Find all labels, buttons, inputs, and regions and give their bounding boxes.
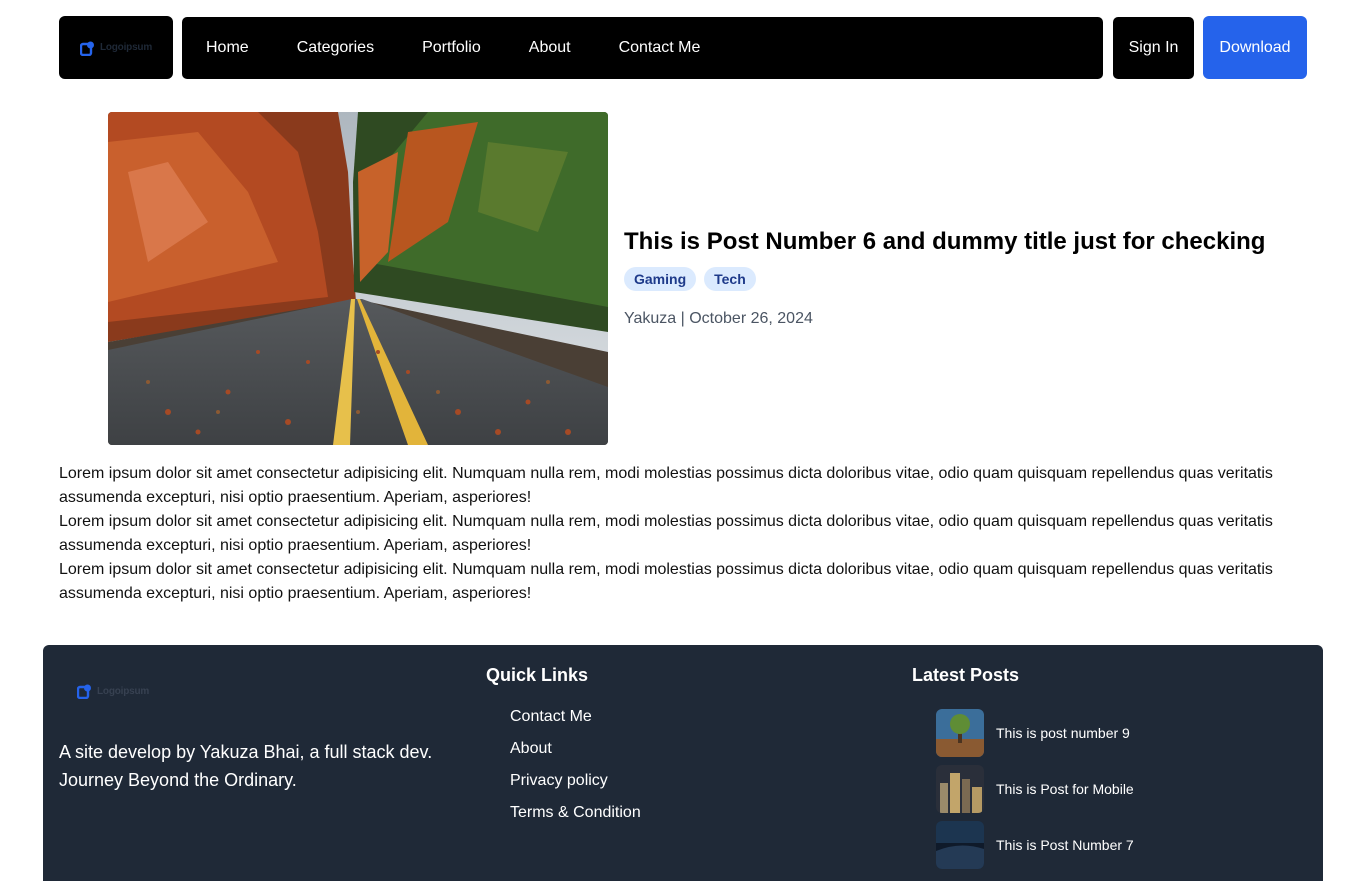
nav-contact-me[interactable]: Contact Me: [619, 39, 701, 57]
latest-posts: This is post number 9 This is Post for M…: [936, 705, 1134, 873]
latest-post-title: This is post number 9: [996, 725, 1130, 741]
post-paragraph: Lorem ipsum dolor sit amet consectetur a…: [59, 561, 1273, 602]
footer-link-about[interactable]: About: [510, 739, 641, 771]
footer-description: A site develop by Yakuza Bhai, a full st…: [59, 742, 433, 790]
nav-home[interactable]: Home: [206, 39, 249, 57]
sign-in-button[interactable]: Sign In: [1113, 17, 1194, 79]
latest-post-title: This is Post for Mobile: [996, 781, 1134, 797]
post-hero-image: [108, 112, 608, 445]
main-nav: Home Categories Portfolio About Contact …: [182, 17, 1103, 79]
latest-post-item[interactable]: This is post number 9: [936, 705, 1134, 761]
latest-post-title: This is Post Number 7: [996, 837, 1134, 853]
post-thumbnail: [936, 709, 984, 757]
post-meta: Yakuza | October 26, 2024: [624, 310, 813, 327]
footer-link-contact-me[interactable]: Contact Me: [510, 707, 641, 739]
quick-links-heading: Quick Links: [486, 665, 589, 685]
post-thumbnail: [936, 821, 984, 869]
logo-mark-icon: [79, 41, 94, 56]
post-paragraph: Lorem ipsum dolor sit amet consectetur a…: [59, 513, 1273, 554]
site-footer: Logoipsum A site develop by Yakuza Bhai,…: [43, 645, 1323, 881]
footer-logo[interactable]: Logoipsum: [77, 683, 149, 699]
nav-about[interactable]: About: [529, 39, 571, 57]
post-thumbnail: [936, 765, 984, 813]
header-logo[interactable]: Logoipsum: [59, 16, 173, 79]
post-tags: Gaming Tech: [624, 267, 756, 291]
latest-post-item[interactable]: This is Post for Mobile: [936, 761, 1134, 817]
tag-tech[interactable]: Tech: [704, 267, 756, 291]
quick-links: Contact Me About Privacy policy Terms & …: [510, 707, 641, 835]
latest-post-item[interactable]: This is Post Number 7: [936, 817, 1134, 873]
latest-posts-heading: Latest Posts: [912, 665, 1020, 685]
download-button[interactable]: Download: [1203, 16, 1307, 79]
nav-portfolio[interactable]: Portfolio: [422, 39, 481, 57]
post-body: Lorem ipsum dolor sit amet consectetur a…: [59, 462, 1309, 606]
logo-mark-icon: [77, 684, 91, 699]
post-title: This is Post Number 6 and dummy title ju…: [624, 228, 1266, 255]
post-paragraph: Lorem ipsum dolor sit amet consectetur a…: [59, 465, 1273, 506]
tag-gaming[interactable]: Gaming: [624, 267, 697, 291]
logo-text: Logoipsum: [97, 685, 150, 697]
footer-link-privacy-policy[interactable]: Privacy policy: [510, 771, 641, 803]
footer-link-terms[interactable]: Terms & Condition: [510, 803, 641, 835]
nav-categories[interactable]: Categories: [297, 39, 374, 57]
logo-text: Logoipsum: [99, 42, 153, 53]
